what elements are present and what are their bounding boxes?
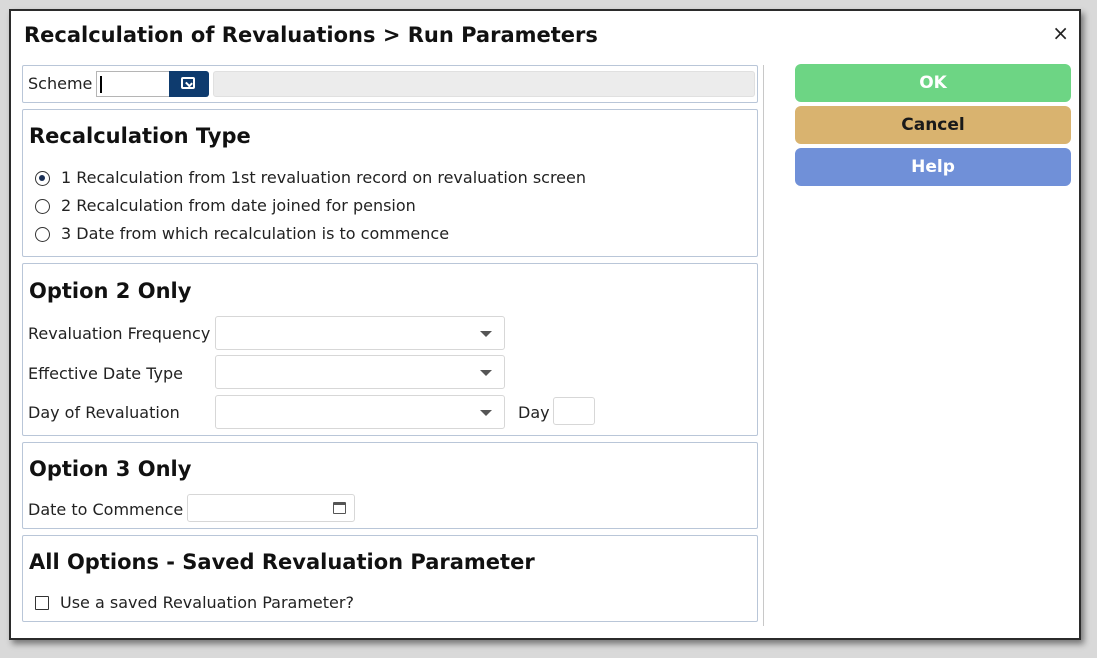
option-2-panel: Option 2 Only Revaluation Frequency Effe… <box>22 263 758 436</box>
radio-option-label: 1 Recalculation from 1st revaluation rec… <box>61 168 587 187</box>
scheme-panel: Scheme <box>22 65 758 103</box>
recalculation-type-heading: Recalculation Type <box>29 124 251 148</box>
all-options-panel: All Options - Saved Revaluation Paramete… <box>22 535 758 622</box>
scheme-label: Scheme <box>28 74 93 93</box>
day-input[interactable] <box>553 397 595 425</box>
divider <box>763 65 764 626</box>
saved-parameter-checkbox-label: Use a saved Revaluation Parameter? <box>60 593 354 612</box>
run-parameters-dialog: Recalculation of Revaluations > Run Para… <box>9 9 1081 640</box>
cancel-button[interactable]: Cancel <box>795 106 1071 144</box>
day-label: Day <box>518 403 550 422</box>
all-options-heading: All Options - Saved Revaluation Paramete… <box>29 550 535 574</box>
radio-button[interactable] <box>35 199 50 214</box>
calendar-icon[interactable] <box>333 502 346 514</box>
close-icon[interactable]: × <box>1052 23 1069 43</box>
text-cursor <box>100 76 102 93</box>
chevron-down-icon <box>480 370 492 376</box>
radio-option-label: 2 Recalculation from date joined for pen… <box>61 196 416 215</box>
saved-parameter-checkbox[interactable] <box>35 596 49 610</box>
help-button[interactable]: Help <box>795 148 1071 186</box>
day-of-revaluation-select[interactable] <box>215 395 505 429</box>
option-2-heading: Option 2 Only <box>29 279 192 303</box>
date-to-commence-label: Date to Commence <box>28 500 184 519</box>
revaluation-frequency-label: Revaluation Frequency <box>28 324 211 343</box>
lookup-icon <box>181 77 195 89</box>
option-3-heading: Option 3 Only <box>29 457 192 481</box>
scheme-description-field <box>213 71 755 97</box>
scheme-input[interactable] <box>96 71 171 97</box>
radio-button[interactable] <box>35 171 50 186</box>
chevron-down-icon <box>480 331 492 337</box>
date-to-commence-input[interactable] <box>187 494 355 522</box>
day-of-revaluation-label: Day of Revaluation <box>28 403 180 422</box>
radio-button[interactable] <box>35 227 50 242</box>
revaluation-frequency-select[interactable] <box>215 316 505 350</box>
option-3-panel: Option 3 Only Date to Commence <box>22 442 758 529</box>
scheme-lookup-button[interactable] <box>169 71 209 97</box>
effective-date-type-select[interactable] <box>215 355 505 389</box>
effective-date-type-label: Effective Date Type <box>28 364 183 383</box>
radio-option-label: 3 Date from which recalculation is to co… <box>61 224 450 243</box>
ok-button[interactable]: OK <box>795 64 1071 102</box>
chevron-down-icon <box>480 410 492 416</box>
dialog-title: Recalculation of Revaluations > Run Para… <box>24 23 598 47</box>
recalculation-type-panel: Recalculation Type 1 Recalculation from … <box>22 109 758 257</box>
